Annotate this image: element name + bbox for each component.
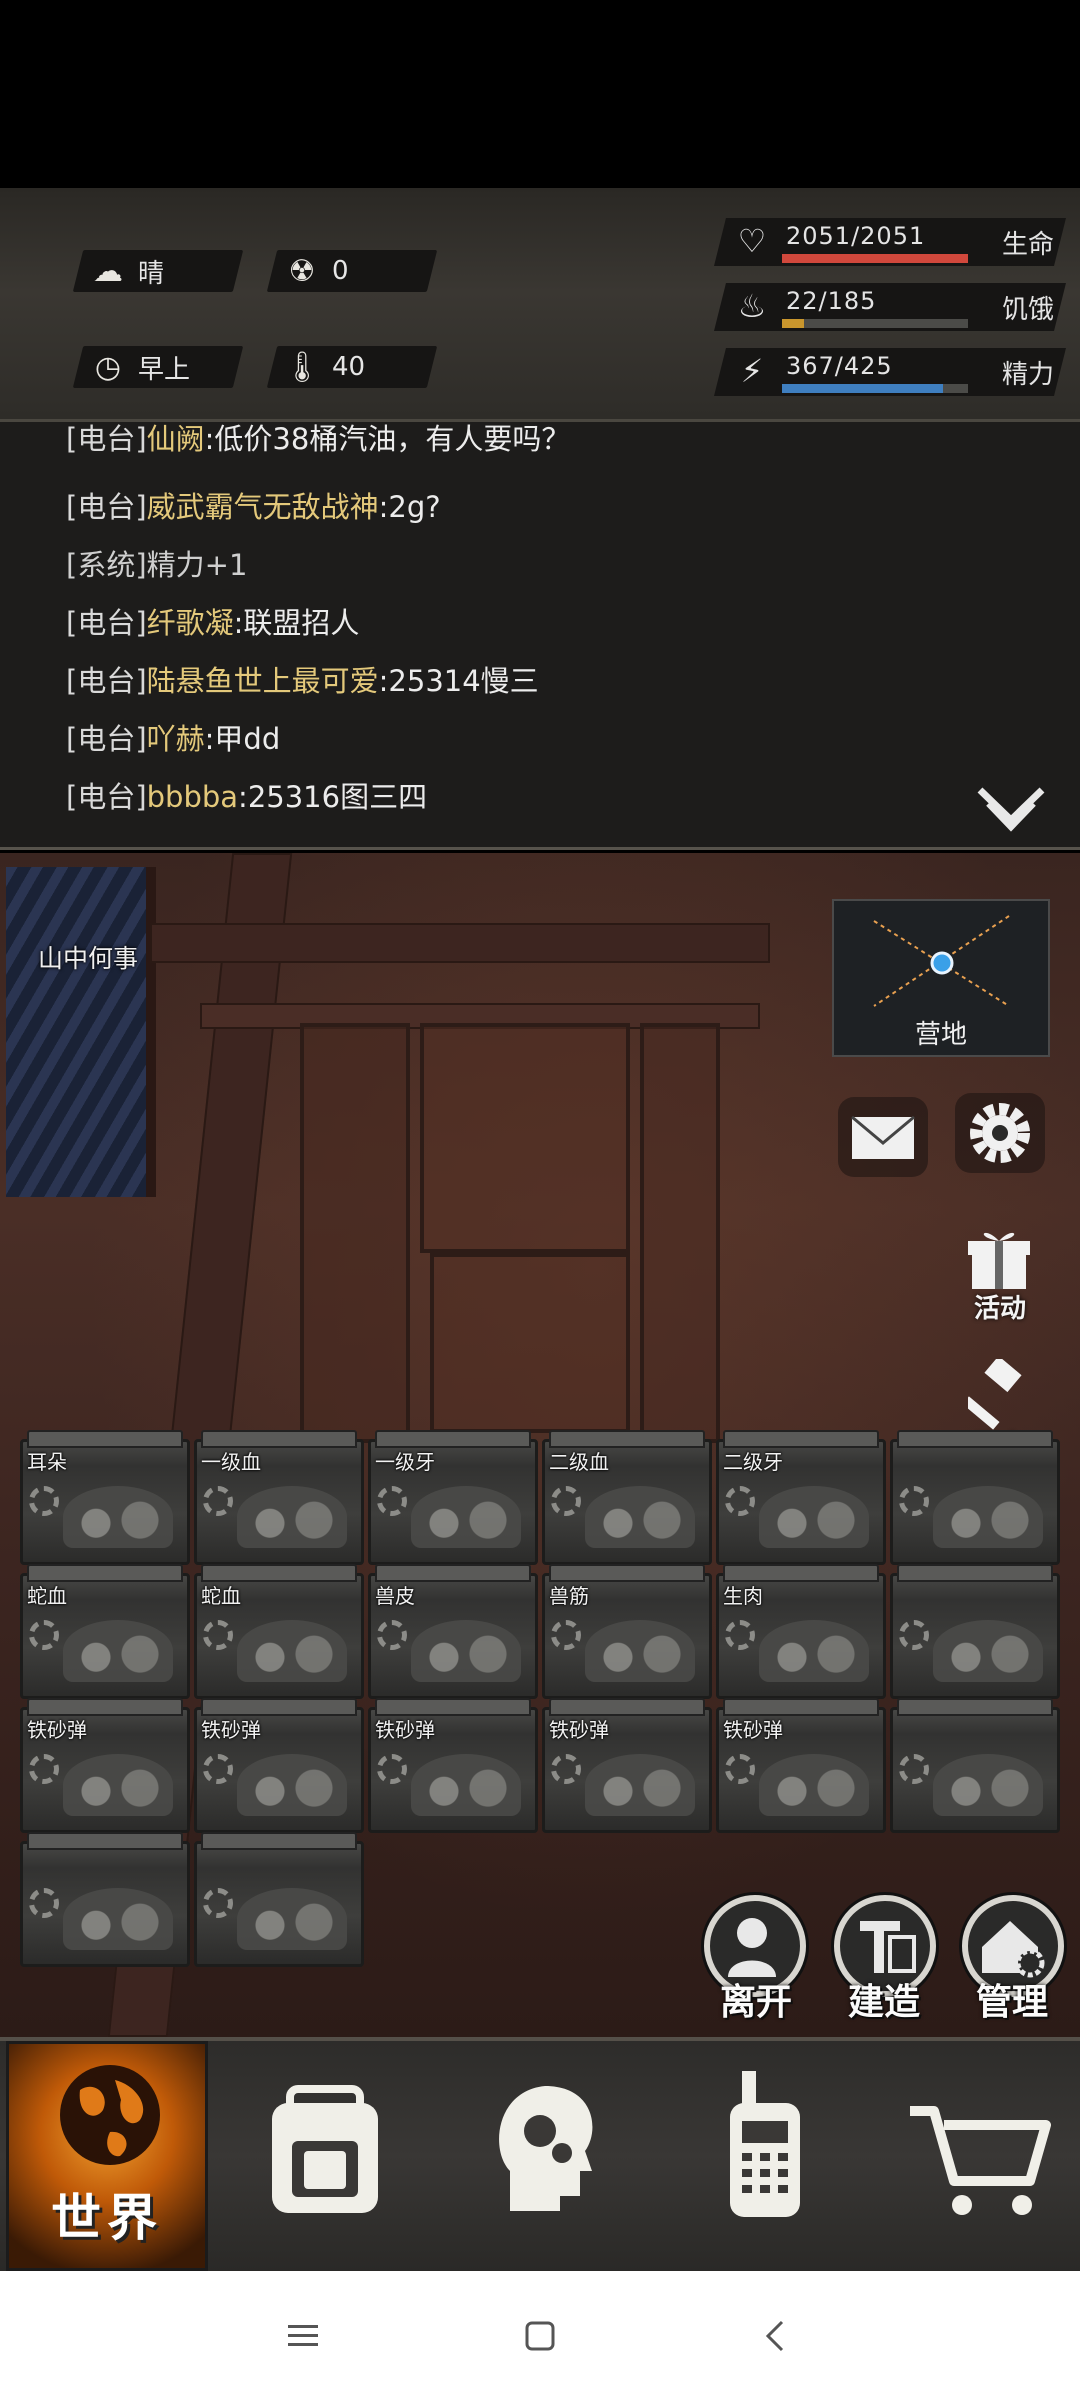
chat-line: [电台]仙阙:低价38桶汽油，有人要吗？ — [66, 422, 571, 456]
nav-world-label: 世界 — [51, 2189, 163, 2247]
radio-icon — [730, 2071, 800, 2217]
inventory-slot[interactable] — [890, 1564, 1060, 1699]
inventory-slot[interactable]: 生肉 — [716, 1564, 886, 1699]
nav-backpack[interactable] — [250, 2041, 400, 2271]
inventory-slot[interactable]: 铁砂弹 — [368, 1698, 538, 1833]
hunger-fill — [782, 319, 805, 328]
gear-icon — [970, 1103, 1030, 1163]
chat-line: [电台]bbbba:25316图三四 — [66, 780, 428, 814]
shelter-scene: 山中何事 营地 活动 黑市 耳朵 一级血 一级 — [0, 853, 1080, 2037]
inventory-slot[interactable]: 铁砂弹 — [716, 1698, 886, 1833]
inventory-slot[interactable] — [194, 1832, 364, 1967]
bottom-nav: 世界 — [0, 2037, 1080, 2271]
inventory-slot[interactable]: 兽皮 — [368, 1564, 538, 1699]
hunger-bar: ♨ 22/185 饥饿 — [714, 283, 1066, 331]
weather-label: 晴 — [138, 258, 165, 289]
back-icon[interactable] — [752, 2313, 802, 2359]
gift-icon[interactable] — [964, 1225, 1034, 1295]
backpack-icon — [272, 2085, 378, 2213]
inventory-slot[interactable]: 蛇血 — [194, 1564, 364, 1699]
inventory-slot[interactable]: 耳朵 — [20, 1430, 190, 1565]
time-label: 早上 — [138, 354, 191, 385]
nav-shop[interactable] — [900, 2041, 1060, 2271]
thermometer-icon: 🌡 — [282, 349, 322, 385]
inventory-slot[interactable] — [890, 1698, 1060, 1833]
inventory-slot[interactable]: 二级血 — [542, 1430, 712, 1565]
chat-line: [电台]陆悬鱼世上最可爱:25314慢三 — [66, 664, 539, 698]
shop-cart-icon — [910, 2106, 1051, 2215]
nav-world[interactable]: 世界 — [6, 2041, 208, 2271]
top-black-area — [0, 0, 1080, 188]
health-fill — [782, 254, 968, 263]
system-nav-bar — [0, 2271, 1080, 2400]
inventory-slot[interactable]: 兽筋 — [542, 1564, 712, 1699]
energy-fill — [782, 384, 943, 393]
cloud-sun-icon: ☁ — [93, 253, 123, 289]
inventory-slot[interactable]: 二级牙 — [716, 1430, 886, 1565]
mail-button[interactable] — [838, 1097, 928, 1177]
hunger-value: 22/185 — [786, 287, 877, 315]
mail-icon — [851, 1115, 915, 1159]
inventory-slot[interactable] — [20, 1832, 190, 1967]
build-label[interactable]: 建造 — [848, 1973, 920, 2025]
home-icon[interactable] — [515, 2313, 565, 2359]
chat-line: [电台]吖赫:甲dd — [66, 722, 281, 756]
temperature-chip: 🌡 40 — [266, 346, 438, 388]
inventory-slot[interactable]: 一级血 — [194, 1430, 364, 1565]
time-chip: ◷ 早上 — [72, 346, 244, 388]
energy-value: 367/425 — [786, 352, 893, 380]
camp-map-button[interactable]: 营地 — [832, 899, 1050, 1057]
energy-bar: ⚡ 367/425 精力 — [714, 348, 1066, 396]
chat-expand-chevron-icon[interactable] — [976, 786, 1046, 836]
radiation-chip: ☢ 0 — [266, 250, 438, 292]
hunger-label: 饥饿 — [1001, 295, 1054, 325]
inventory-slot[interactable]: 一级牙 — [368, 1430, 538, 1565]
health-bar: ♡ 2051/2051 生命 — [714, 218, 1066, 266]
map-label: 营地 — [914, 1020, 967, 1050]
leave-label[interactable]: 离开 — [720, 1973, 792, 2025]
chat-log[interactable]: [电台]仙阙:低价38桶汽油，有人要吗？ [电台]威武霸气无敌战神:2g? [系… — [0, 422, 1080, 850]
manage-label[interactable]: 管理 — [976, 1973, 1048, 2025]
weather-chip: ☁ 晴 — [72, 250, 244, 292]
clock-icon: ◷ — [94, 349, 122, 385]
chat-line: [系统]精力+1 — [66, 548, 248, 582]
energy-label: 精力 — [1001, 360, 1054, 390]
chat-line: [电台]威武霸气无敌战神:2g? — [66, 490, 441, 524]
health-value: 2051/2051 — [786, 222, 926, 250]
activity-label[interactable]: 活动 — [974, 1288, 1026, 1325]
window — [6, 867, 156, 1197]
menu-icon[interactable] — [280, 2313, 330, 2359]
radiation-value: 0 — [332, 256, 349, 286]
nav-skills[interactable] — [470, 2041, 620, 2271]
stomach-icon: ♨ — [737, 287, 767, 325]
status-header: ☁ 晴 ☢ 0 ◷ 早上 🌡 40 + − ♡ 2051/2051 生命 ♨ — [0, 188, 1080, 578]
chat-line: [电台]纤歌凝:联盟招人 — [66, 606, 360, 640]
inventory-slot[interactable]: 铁砂弹 — [194, 1698, 364, 1833]
temperature-value: 40 — [332, 352, 366, 382]
skills-head-icon — [499, 2086, 593, 2211]
inventory-slot[interactable]: 蛇血 — [20, 1564, 190, 1699]
inventory-slot[interactable]: 铁砂弹 — [20, 1698, 190, 1833]
location-name: 山中何事 — [38, 944, 139, 973]
inventory-slot[interactable] — [890, 1430, 1060, 1565]
heart-pulse-icon: ♡ — [737, 222, 767, 260]
globe-icon — [60, 2065, 160, 2165]
radiation-icon: ☢ — [288, 253, 316, 289]
nav-radio[interactable] — [690, 2041, 840, 2271]
energy-head-icon: ⚡ — [740, 352, 764, 390]
map-node-icon — [873, 915, 1010, 1007]
health-label: 生命 — [1001, 230, 1054, 260]
settings-button[interactable] — [955, 1093, 1045, 1173]
inventory-slot[interactable]: 铁砂弹 — [542, 1698, 712, 1833]
